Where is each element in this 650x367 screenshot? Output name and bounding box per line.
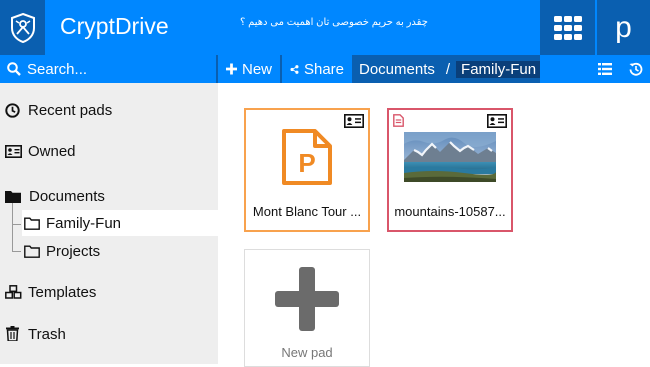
- sidebar-item-label: Owned: [28, 142, 76, 160]
- file-card-image[interactable]: mountains-10587...: [387, 108, 513, 232]
- search-input[interactable]: [27, 60, 207, 78]
- new-pad-card[interactable]: New pad: [244, 249, 370, 367]
- image-thumbnail: [404, 132, 496, 182]
- file-grid: P Mont Blanc Tour ... mountains-10587...…: [218, 83, 650, 367]
- apps-grid-icon: [553, 15, 582, 40]
- sidebar-item-label: Templates: [28, 283, 97, 301]
- history-icon[interactable]: [629, 62, 643, 76]
- sidebar-item-templates[interactable]: Templates: [0, 279, 218, 305]
- owned-badge-icon: [344, 114, 364, 128]
- folder-outline-icon: [24, 245, 40, 258]
- view-tools: [540, 55, 650, 83]
- file-name: mountains-10587...: [394, 204, 506, 219]
- share-button-label: Share: [303, 60, 344, 78]
- owned-badge-icon: [487, 114, 507, 128]
- sidebar-item-label: Family-Fun: [46, 214, 122, 232]
- drive-toolbar: New Share Documents / Family-Fun: [0, 55, 650, 83]
- breadcrumb: Documents / Family-Fun: [354, 55, 542, 83]
- new-pad-label: New pad: [281, 345, 333, 360]
- share-icon: [290, 64, 299, 74]
- id-card-icon: [5, 145, 22, 158]
- sidebar-item-label: Trash: [28, 325, 66, 343]
- clock-icon: [5, 103, 20, 118]
- new-button-label: New: [241, 60, 272, 78]
- plus-icon: [226, 63, 237, 75]
- list-view-icon[interactable]: [598, 63, 612, 75]
- sidebar-item-projects[interactable]: Projects: [22, 238, 218, 264]
- sidebar-item-label: Recent pads: [28, 101, 113, 119]
- tree-connector: [12, 203, 13, 251]
- file-type-icon: [393, 114, 404, 127]
- motto-text: چقدر به حریم خصوصی تان اهمیت می دهیم ؟: [240, 17, 428, 28]
- sidebar-item-label: Documents: [29, 187, 105, 205]
- search-icon: [7, 62, 21, 76]
- new-button[interactable]: New: [218, 55, 280, 83]
- sidebar-item-documents[interactable]: Documents: [0, 183, 218, 209]
- pad-file-icon: P: [282, 129, 332, 185]
- sidebar-item-owned[interactable]: Owned: [0, 138, 218, 164]
- drive-sidebar: Recent pads Owned Documents Family-Fun P…: [0, 83, 218, 364]
- file-card-pad[interactable]: P Mont Blanc Tour ...: [244, 108, 370, 232]
- folder-icon: [5, 191, 21, 203]
- file-name: Mont Blanc Tour ...: [252, 204, 362, 219]
- sidebar-item-family-fun[interactable]: Family-Fun: [22, 210, 218, 236]
- top-header: CryptDrive چقدر به حریم خصوصی تان اهمیت …: [0, 0, 650, 55]
- user-menu-button[interactable]: p: [597, 0, 650, 55]
- sidebar-item-recent[interactable]: Recent pads: [0, 97, 218, 123]
- trash-icon: [6, 326, 19, 341]
- apps-menu-button[interactable]: [540, 0, 595, 55]
- breadcrumb-family-fun[interactable]: Family-Fun: [456, 60, 542, 78]
- breadcrumb-documents[interactable]: Documents: [354, 60, 440, 78]
- svg-text:P: P: [298, 148, 315, 178]
- search-box[interactable]: [0, 55, 216, 83]
- breadcrumb-separator: /: [445, 60, 451, 78]
- tree-connector: [12, 224, 21, 225]
- sidebar-item-trash[interactable]: Trash: [0, 321, 218, 347]
- cubes-icon: [5, 285, 22, 299]
- cryptpad-logo[interactable]: [0, 0, 45, 55]
- add-plus-icon: [275, 267, 339, 331]
- app-title: CryptDrive: [60, 13, 169, 39]
- sidebar-item-label: Projects: [46, 242, 101, 260]
- folder-outline-icon: [24, 217, 40, 230]
- shield-logo-icon: [10, 12, 35, 43]
- share-button[interactable]: Share: [282, 55, 352, 83]
- tree-connector: [12, 251, 21, 252]
